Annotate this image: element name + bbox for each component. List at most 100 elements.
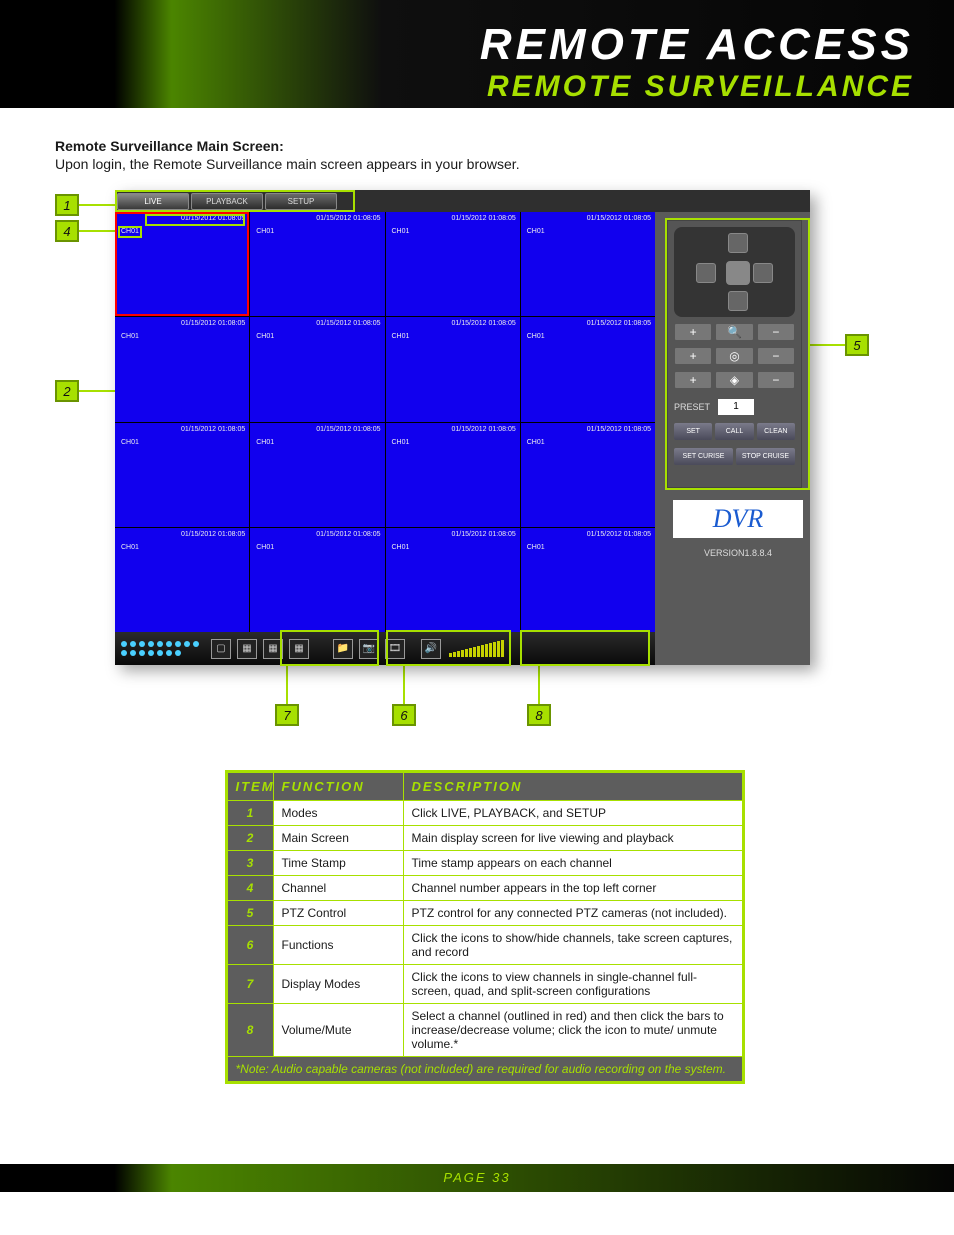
camera-cell[interactable]: 01/15/2012 01:08:05CH01: [115, 317, 249, 421]
focus-plus-button[interactable]: +: [674, 347, 712, 365]
folder-icon[interactable]: 📁: [333, 639, 353, 659]
preset-select[interactable]: 1: [718, 399, 754, 415]
volume-bars[interactable]: [449, 640, 504, 657]
intro-block: Remote Surveillance Main Screen: Upon lo…: [55, 138, 914, 172]
zoom-plus-button[interactable]: +: [674, 323, 712, 341]
camera-cell[interactable]: 01/15/2012 01:08:05CH01: [115, 528, 249, 632]
table-row: 8Volume/MuteSelect a channel (outlined i…: [227, 1004, 742, 1057]
channel-label: CH01: [256, 333, 274, 340]
table-row: 7Display ModesClick the icons to view ch…: [227, 965, 742, 1004]
camera-cell[interactable]: 01/15/2012 01:08:05 CH01: [521, 423, 655, 527]
call-button[interactable]: CALL: [715, 423, 753, 440]
timestamp: 01/15/2012 01:08:05: [452, 426, 516, 433]
camera-cell[interactable]: 01/15/2012 01:08:05CH01: [521, 317, 655, 421]
volume-control[interactable]: 🔊: [411, 639, 504, 659]
timestamp: 01/15/2012 01:08:05: [316, 426, 380, 433]
camera-cell[interactable]: 01/15/2012 01:08:05 CH01: [250, 423, 384, 527]
table-row: 3Time StampTime stamp appears on each ch…: [227, 851, 742, 876]
intro-sub: Upon login, the Remote Surveillance main…: [55, 156, 914, 172]
timestamp: 01/15/2012 01:08:05: [316, 215, 380, 222]
timestamp: 01/15/2012 01:08:05: [316, 531, 380, 538]
row-item: 5: [227, 901, 273, 926]
clean-button[interactable]: CLEAN: [757, 423, 795, 440]
row-function: PTZ Control: [273, 901, 403, 926]
tab-playback[interactable]: PLAYBACK: [191, 193, 263, 210]
camera-cell[interactable]: 01/15/2012 01:08:05 CH01: [386, 423, 520, 527]
timestamp: 01/15/2012 01:08:05: [587, 320, 651, 327]
legend-table: ITEM FUNCTION DESCRIPTION 1ModesClick LI…: [225, 770, 745, 1084]
quad-view-icon[interactable]: ▦: [237, 639, 257, 659]
focus-minus-button[interactable]: −: [757, 347, 795, 365]
camera-icon[interactable]: 📷: [359, 639, 379, 659]
camera-cell[interactable]: 01/15/2012 01:08:05CH01: [250, 317, 384, 421]
col-description: DESCRIPTION: [403, 773, 742, 801]
col-item: ITEM: [227, 773, 273, 801]
page-title: REMOTE ACCESS: [40, 20, 914, 70]
mute-icon[interactable]: 🔊: [421, 639, 441, 659]
page-footer: PAGE 33: [0, 1164, 954, 1192]
tab-setup[interactable]: SETUP: [265, 193, 337, 210]
channel-label: CH01: [527, 439, 545, 446]
ptz-right-icon[interactable]: [753, 263, 773, 283]
channel-label: CH01: [527, 228, 545, 235]
row-item: 2: [227, 826, 273, 851]
single-view-icon[interactable]: ▢: [211, 639, 231, 659]
row-function: Channel: [273, 876, 403, 901]
table-row: 2Main ScreenMain display screen for live…: [227, 826, 742, 851]
camera-cell[interactable]: 01/15/2012 01:08:05CH01: [386, 528, 520, 632]
iris-minus-button[interactable]: −: [757, 371, 795, 389]
row-description: Select a channel (outlined in red) and t…: [403, 1004, 742, 1057]
stop-cruise-button[interactable]: STOP CRUISE: [736, 448, 795, 465]
camera-cell[interactable]: 01/15/2012 01:08:05 CH01: [250, 528, 384, 632]
row-description: Main display screen for live viewing and…: [403, 826, 742, 851]
sixteen-view-icon[interactable]: ▦: [289, 639, 309, 659]
dvr-window: LIVE PLAYBACK SETUP 01/15/2012 01:08:05 C…: [115, 190, 810, 665]
channel-label: CH01: [392, 439, 410, 446]
bottom-toolbar: ▢ ▦ ▦ ▦ 📁 📷 🎞 🔊: [115, 632, 655, 665]
timestamp: 01/15/2012 01:08:05: [181, 426, 245, 433]
channel-dots[interactable]: [115, 638, 205, 659]
row-description: Channel number appears in the top left c…: [403, 876, 742, 901]
camera-cell[interactable]: 01/15/2012 01:08:05CH01: [250, 212, 384, 316]
ptz-left-icon[interactable]: [696, 263, 716, 283]
version-label: VERSION1.8.8.4: [673, 548, 803, 558]
set-button[interactable]: SET: [674, 423, 712, 440]
ptz-stop-icon[interactable]: [726, 261, 750, 285]
camera-cell[interactable]: 01/15/2012 01:08:05CH01: [115, 212, 249, 316]
row-description: Click the icons to view channels in sing…: [403, 965, 742, 1004]
callout-7: 7: [275, 704, 299, 726]
zoom-icon: 🔍: [715, 323, 753, 341]
channel-label: CH01: [121, 333, 139, 340]
nine-view-icon[interactable]: ▦: [263, 639, 283, 659]
camera-cell[interactable]: 01/15/2012 01:08:05CH01: [386, 212, 520, 316]
camera-cell[interactable]: 01/15/2012 01:08:05CH01: [521, 212, 655, 316]
row-item: 4: [227, 876, 273, 901]
timestamp: 01/15/2012 01:08:05: [181, 215, 245, 222]
dvr-logo: DVR: [673, 500, 803, 538]
callout-2: 2: [55, 380, 79, 402]
tab-live[interactable]: LIVE: [117, 193, 189, 210]
record-icon[interactable]: 🎞: [385, 639, 405, 659]
ptz-down-icon[interactable]: [728, 291, 748, 311]
camera-cell[interactable]: 01/15/2012 01:08:05CH01: [386, 317, 520, 421]
channel-label: CH01: [256, 544, 274, 551]
callout-6: 6: [392, 704, 416, 726]
camera-cell[interactable]: 01/15/2012 01:08:05CH01: [521, 528, 655, 632]
set-cruise-button[interactable]: SET CURISE: [674, 448, 733, 465]
timestamp: 01/15/2012 01:08:05: [587, 426, 651, 433]
channel-label: CH01: [121, 439, 139, 446]
preset-label: PRESET: [674, 402, 710, 412]
zoom-minus-button[interactable]: −: [757, 323, 795, 341]
page-subtitle: REMOTE SURVEILLANCE: [40, 70, 914, 104]
row-function: Time Stamp: [273, 851, 403, 876]
table-row: 4ChannelChannel number appears in the to…: [227, 876, 742, 901]
ptz-up-icon[interactable]: [728, 233, 748, 253]
callout-5: 5: [845, 334, 869, 356]
channel-label: CH01: [256, 439, 274, 446]
focus-icon: ◎: [715, 347, 753, 365]
intro-title: Remote Surveillance Main Screen:: [55, 138, 914, 154]
camera-cell[interactable]: 01/15/2012 01:08:05 CH01: [115, 423, 249, 527]
ptz-dpad: [674, 227, 795, 317]
iris-plus-button[interactable]: +: [674, 371, 712, 389]
callout-8: 8: [527, 704, 551, 726]
